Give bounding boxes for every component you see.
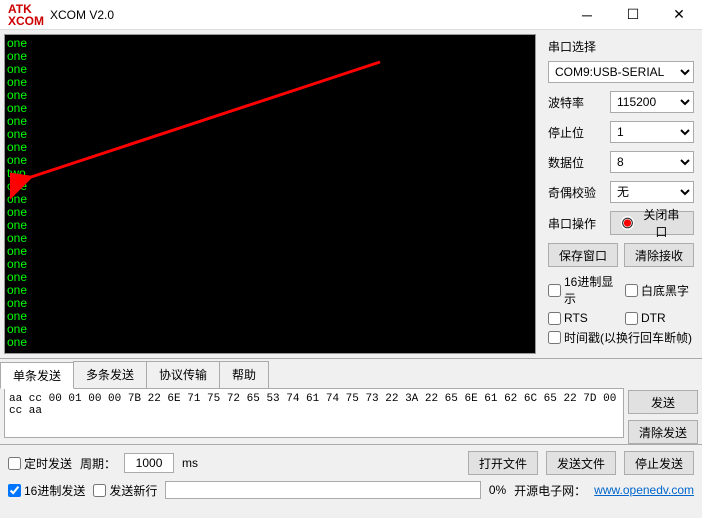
op-label: 串口操作 [548,215,604,232]
minimize-button[interactable]: ─ [564,0,610,30]
terminal-line: one [7,271,533,284]
terminal-line: two [7,167,533,180]
terminal-line: one [7,89,533,102]
progress-text: 0% [489,483,506,497]
tab-0[interactable]: 单条发送 [0,362,74,389]
terminal-line: one [7,37,533,50]
hex-display-checkbox[interactable]: 16进制显示 [548,273,617,307]
terminal-line: one [7,323,533,336]
port-toggle-button[interactable]: 关闭串口 [610,211,694,235]
tab-2[interactable]: 协议传输 [146,361,220,388]
save-window-button[interactable]: 保存窗口 [548,243,618,267]
terminal-line: one [7,180,533,193]
data-label: 数据位 [548,154,604,171]
progress-bar [165,481,480,499]
send-textarea[interactable] [4,388,624,438]
terminal-line: one [7,102,533,115]
terminal-line: one [7,258,533,271]
terminal-line: one [7,219,533,232]
port-select[interactable]: COM9:USB-SERIAL [548,61,694,83]
terminal-line: one [7,115,533,128]
data-select[interactable]: 8 [610,151,694,173]
close-button[interactable]: ✕ [656,0,702,30]
parity-select[interactable]: 无 [610,181,694,203]
terminal-line: one [7,336,533,349]
terminal-line: one [7,154,533,167]
record-icon [621,216,634,230]
open-file-button[interactable]: 打开文件 [468,451,538,475]
terminal-output[interactable]: oneoneoneoneoneoneoneoneoneonetwooneoneo… [4,34,536,354]
terminal-line: one [7,76,533,89]
app-logo: ATKXCOM [8,3,44,27]
baud-label: 波特率 [548,94,604,111]
period-unit: ms [182,456,198,470]
terminal-line: one [7,232,533,245]
baud-select[interactable]: 115200 [610,91,694,113]
window-title: XCOM V2.0 [50,8,114,22]
website-link[interactable]: www.openedv.com [594,483,694,497]
stop-send-button[interactable]: 停止发送 [624,451,694,475]
terminal-line: one [7,141,533,154]
terminal-line: one [7,206,533,219]
white-bg-checkbox[interactable]: 白底黑字 [625,273,694,307]
port-group-label: 串口选择 [548,38,694,55]
terminal-line: one [7,63,533,76]
parity-label: 奇偶校验 [548,184,604,201]
terminal-line: one [7,310,533,323]
clear-send-button[interactable]: 清除发送 [628,420,698,444]
clear-recv-button[interactable]: 清除接收 [624,243,694,267]
timed-send-checkbox[interactable]: 定时发送 [8,455,72,472]
terminal-line: one [7,284,533,297]
tab-3[interactable]: 帮助 [219,361,269,388]
rts-checkbox[interactable]: RTS [548,311,617,325]
hex-send-checkbox[interactable]: 16进制发送 [8,482,85,499]
send-newline-checkbox[interactable]: 发送新行 [93,482,157,499]
send-file-button[interactable]: 发送文件 [546,451,616,475]
send-button[interactable]: 发送 [628,390,698,414]
maximize-button[interactable]: ☐ [610,0,656,30]
stop-label: 停止位 [548,124,604,141]
dtr-checkbox[interactable]: DTR [625,311,694,325]
link-label: 开源电子网： [514,482,586,499]
terminal-line: one [7,193,533,206]
terminal-line: one [7,128,533,141]
stop-select[interactable]: 1 [610,121,694,143]
terminal-line: one [7,50,533,63]
timestamp-checkbox[interactable]: 时间戳(以换行回车断帧) [548,329,694,346]
terminal-line: one [7,297,533,310]
terminal-line: one [7,245,533,258]
period-label: 周期： [80,455,116,472]
tab-1[interactable]: 多条发送 [73,361,147,388]
period-input[interactable] [124,453,174,473]
